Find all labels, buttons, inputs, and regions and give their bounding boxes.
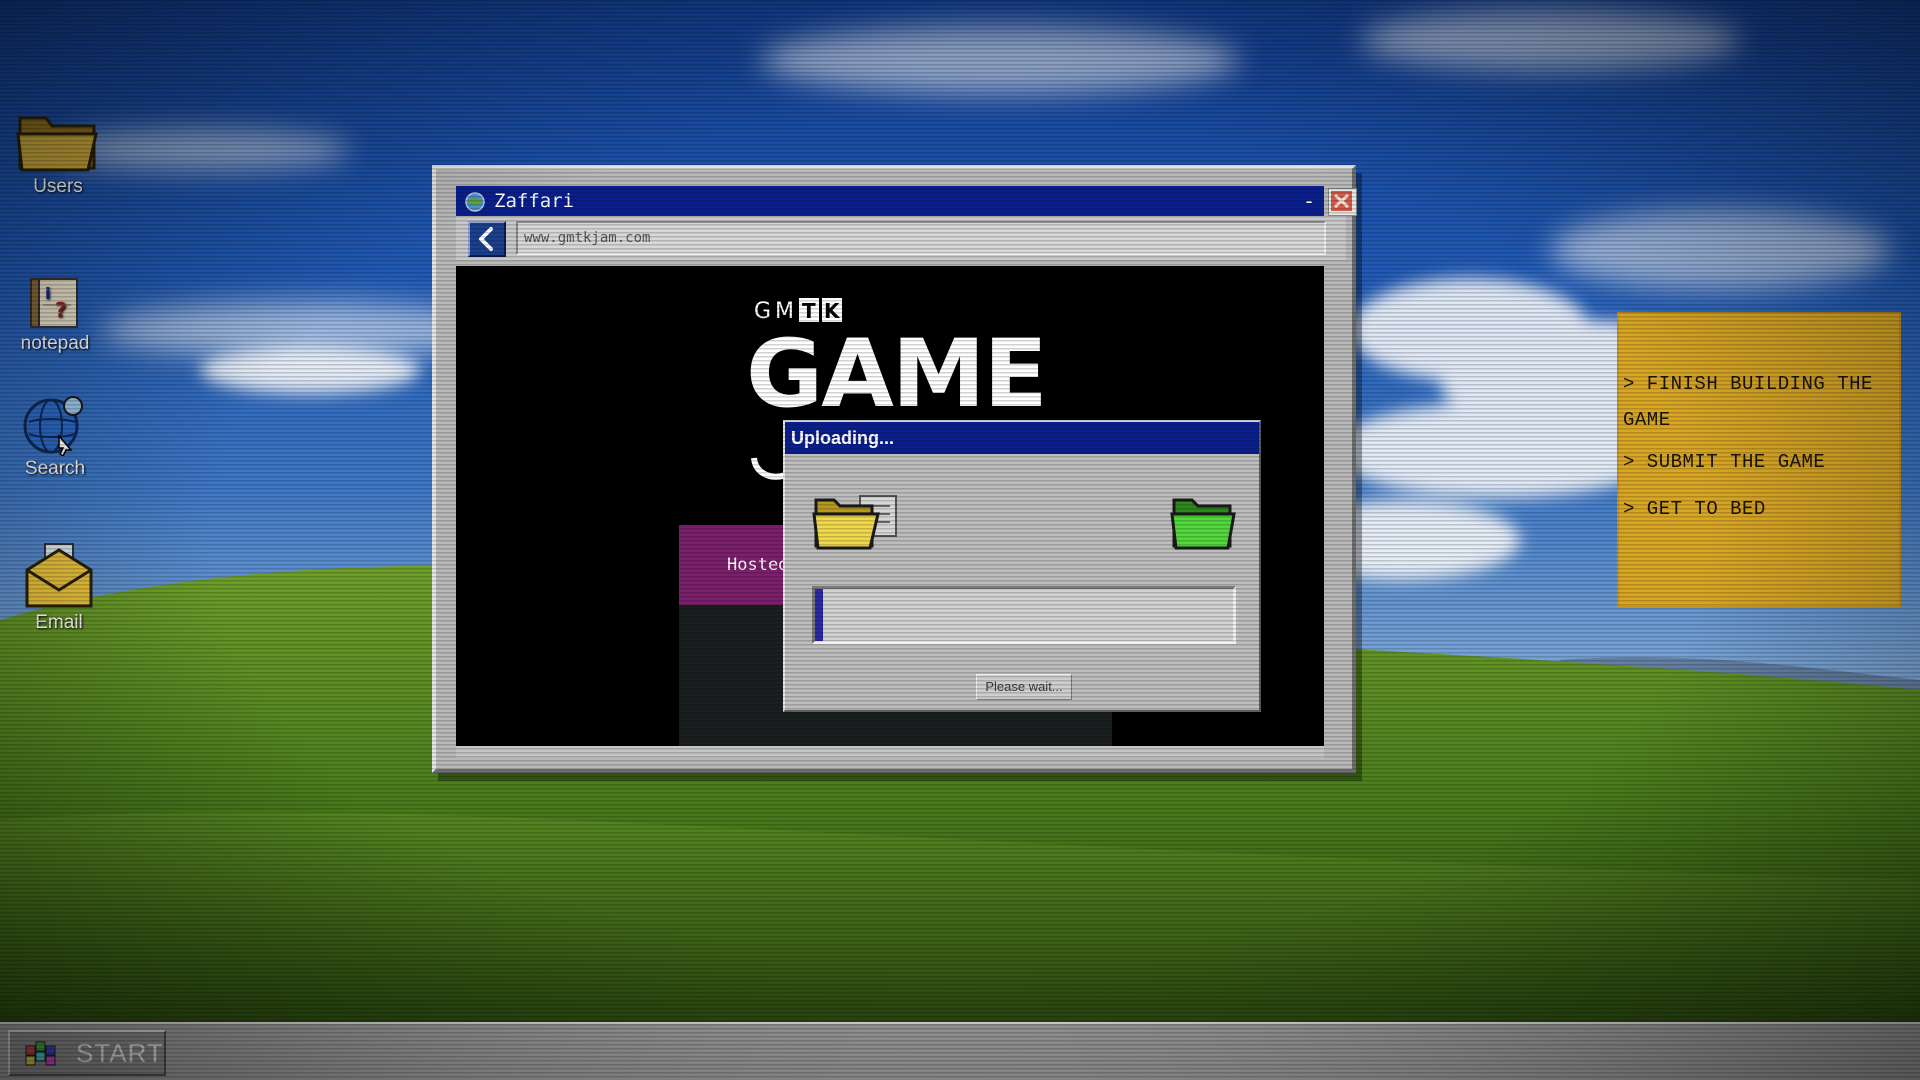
taskbar: START — [0, 1022, 1920, 1080]
browser-title-bar[interactable]: Zaffari - — [456, 186, 1357, 216]
desktop-icon-label: Search — [24, 458, 86, 479]
globe-search-icon — [23, 396, 83, 456]
close-button[interactable] — [1328, 188, 1357, 216]
desktop-icon-label: Users — [33, 176, 83, 197]
browser-toolbar — [456, 216, 1346, 260]
start-button[interactable]: START — [8, 1030, 166, 1076]
back-button[interactable] — [468, 221, 506, 257]
browser-title: Zaffari — [494, 190, 575, 212]
start-button-label: START — [76, 1038, 164, 1068]
start-grid-icon — [25, 1041, 56, 1066]
close-icon — [1331, 191, 1352, 211]
desktop-icon-label: Email — [35, 612, 83, 633]
todo-item: > GET TO BED — [1623, 498, 1766, 520]
desktop-icon-label: notepad — [20, 333, 90, 354]
notepad-icon: i ? — [30, 278, 78, 328]
todo-item: > FINISH BUILDING THE GAME — [1623, 373, 1873, 431]
svg-text:?: ? — [55, 298, 67, 322]
address-bar-input[interactable] — [516, 221, 1326, 255]
desktop-icon-notepad[interactable]: i ? notepad — [0, 275, 110, 355]
email-envelope-icon: @ — [25, 543, 93, 608]
folder-icon — [16, 116, 98, 172]
hosted-banner-text: Hosted — [727, 555, 789, 575]
upload-progress-bar — [812, 586, 1236, 644]
desktop: Users i ? notepad Search @ Email — [0, 0, 1920, 1080]
svg-text:i: i — [45, 284, 50, 303]
source-folder-icon — [812, 495, 897, 550]
browser-status-strip — [456, 746, 1324, 758]
desktop-icon-search[interactable]: Search — [0, 392, 110, 480]
upload-progress-fill — [815, 589, 824, 641]
chevron-left-icon — [479, 227, 493, 251]
logo-game-text: GAME — [746, 320, 1046, 429]
desktop-icon-users[interactable]: Users — [3, 108, 113, 198]
please-wait-button[interactable]: Please wait... — [976, 674, 1072, 700]
desktop-icon-email[interactable]: @ Email — [4, 542, 114, 634]
browser-globe-icon — [465, 192, 485, 212]
upload-dialog-title-bar[interactable]: Uploading... — [785, 422, 1259, 454]
destination-folder-icon — [1170, 498, 1236, 550]
minimize-button[interactable]: - — [1298, 186, 1320, 216]
upload-dialog-title: Uploading... — [791, 428, 894, 448]
upload-dialog: Uploading... Please wait... — [783, 420, 1261, 712]
sticky-note-todo: > FINISH BUILDING THE GAME > SUBMIT THE … — [1617, 312, 1901, 608]
todo-item: > SUBMIT THE GAME — [1623, 451, 1826, 473]
